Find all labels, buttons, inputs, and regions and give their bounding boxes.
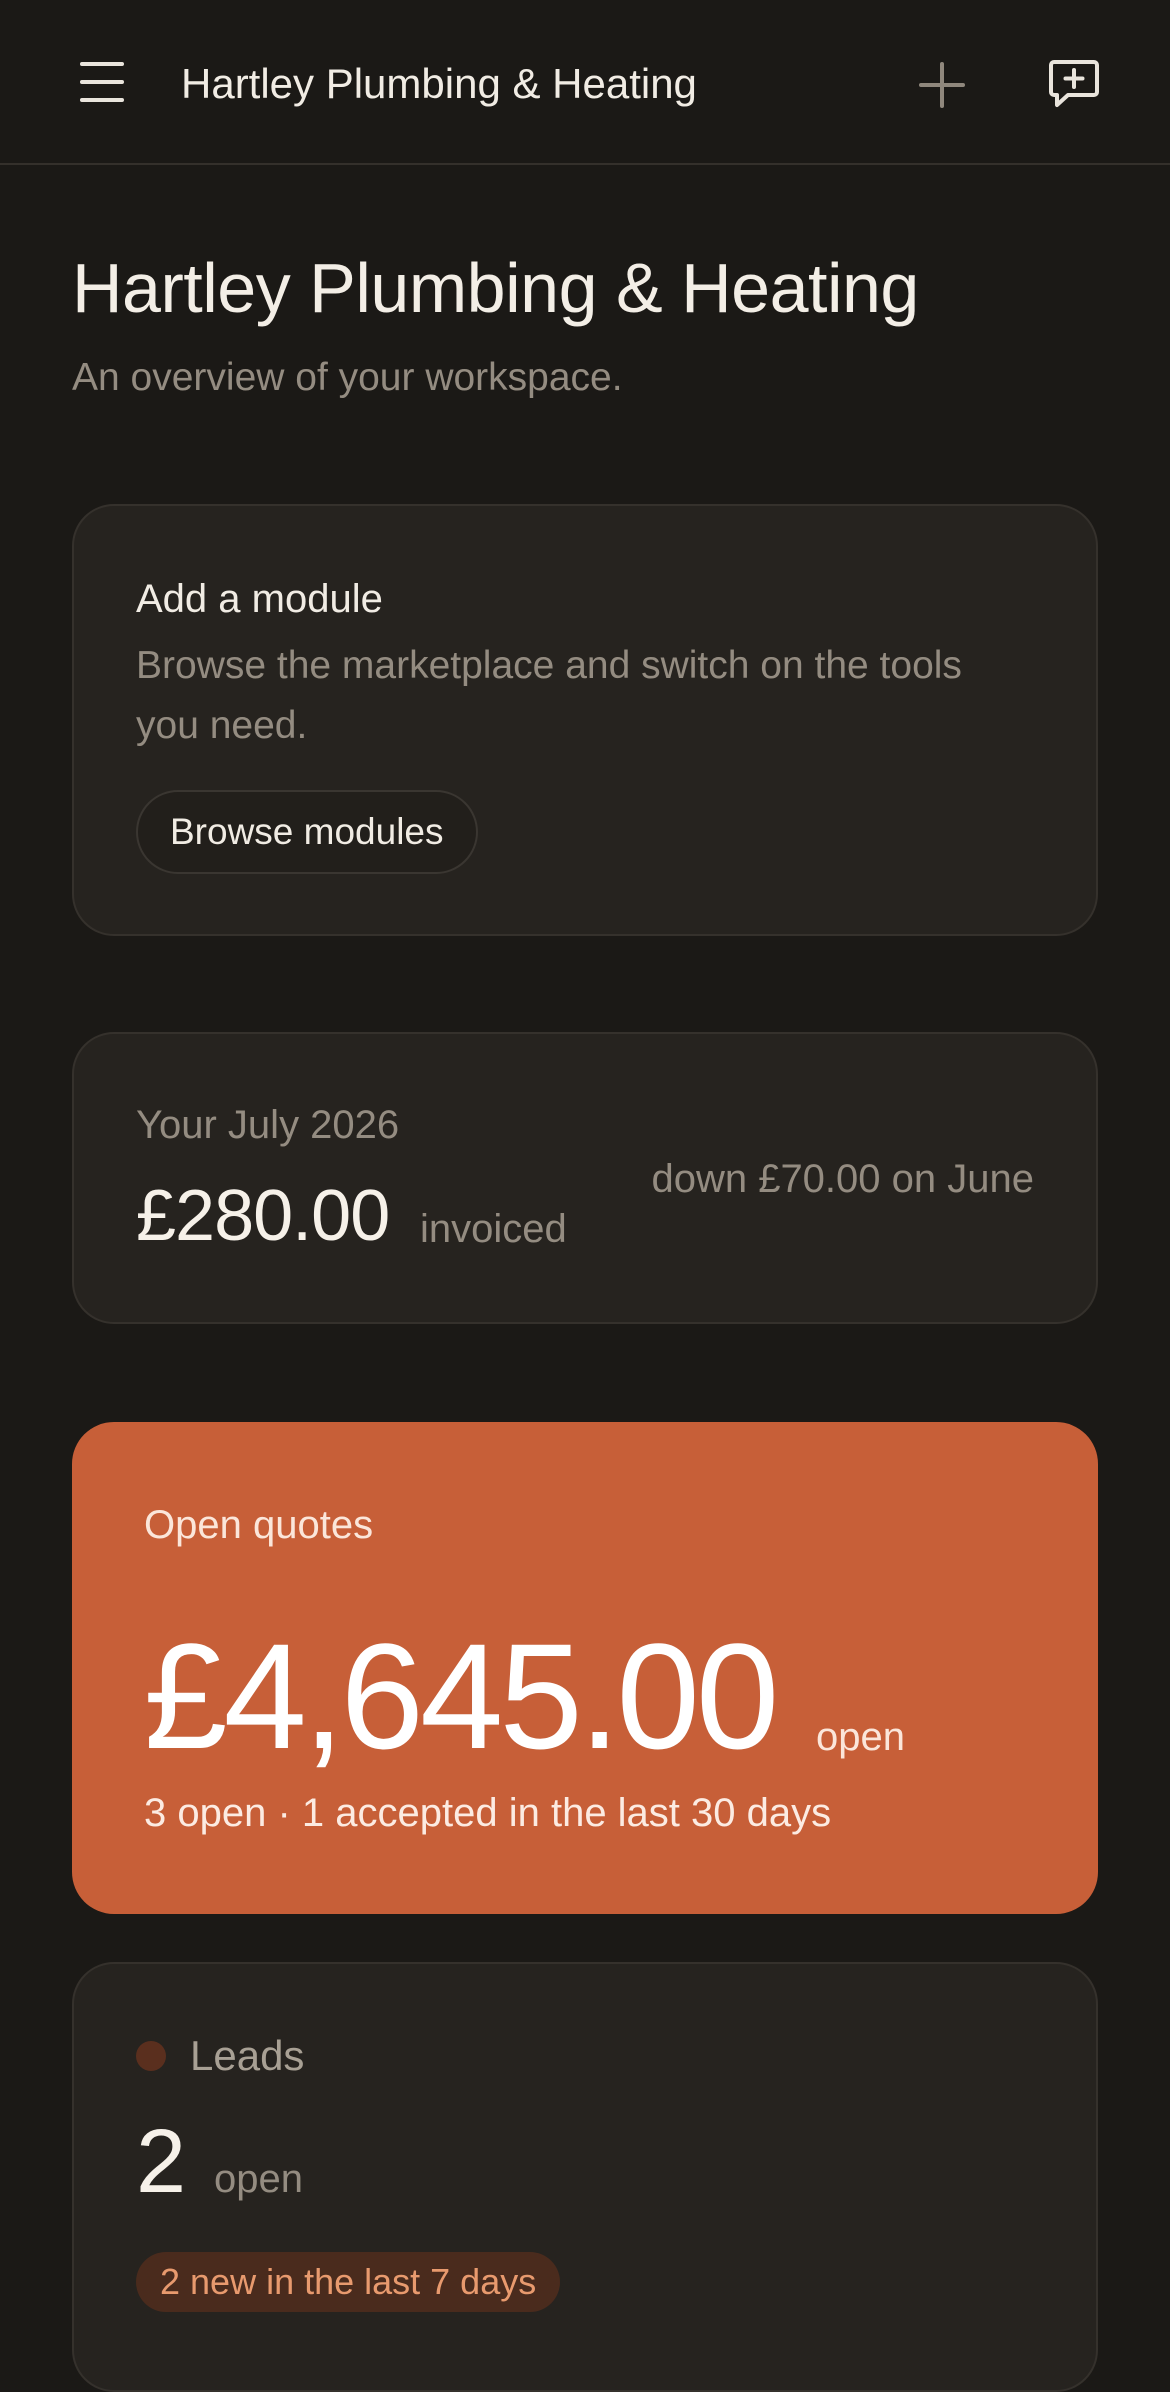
- leads-new-badge: 2 new in the last 7 days: [136, 2252, 561, 2312]
- workspace-title: Hartley Plumbing & Heating: [181, 60, 697, 107]
- quotes-amount-suffix: open: [816, 1715, 905, 1759]
- page-subtitle: An overview of your workspace.: [72, 356, 623, 399]
- chat-add-icon[interactable]: [1046, 56, 1102, 112]
- quotes-stats: 3 open · 1 accepted in the last 30 days: [144, 1791, 832, 1835]
- quotes-label: Open quotes: [144, 1503, 374, 1547]
- quotes-amount: £4,645.00: [144, 1612, 779, 1780]
- page-title: Hartley Plumbing & Heating: [72, 249, 919, 327]
- module-card-title: Add a module: [136, 577, 383, 621]
- open-quotes-card[interactable]: Open quotes £4,645.00 open 3 open · 1 ac…: [72, 1422, 1098, 1914]
- leads-label: Leads: [190, 2032, 305, 2079]
- browse-modules-button[interactable]: Browse modules: [136, 790, 478, 874]
- leads-count: 2: [136, 2112, 187, 2212]
- monthly-invoice-card[interactable]: Your July 2026 £280.00 invoiced down £70…: [72, 1032, 1098, 1324]
- leads-count-suffix: open: [214, 2157, 303, 2201]
- leads-card[interactable]: Leads 2 open 2 new in the last 7 days: [72, 1962, 1098, 2392]
- leads-status-dot: [136, 2041, 166, 2071]
- module-card-description: Browse the marketplace and switch on the…: [136, 644, 962, 747]
- invoice-comparison: down £70.00 on June: [651, 1157, 1034, 1201]
- add-module-card: Add a module Browse the marketplace and …: [72, 504, 1098, 936]
- invoice-amount-suffix: invoiced: [420, 1207, 567, 1251]
- invoice-amount: £280.00: [136, 1176, 390, 1256]
- plus-icon[interactable]: [912, 58, 972, 112]
- invoice-period-label: Your July 2026: [136, 1103, 400, 1147]
- top-bar: Hartley Plumbing & Heating: [0, 0, 1170, 165]
- hamburger-menu-icon[interactable]: [72, 56, 132, 112]
